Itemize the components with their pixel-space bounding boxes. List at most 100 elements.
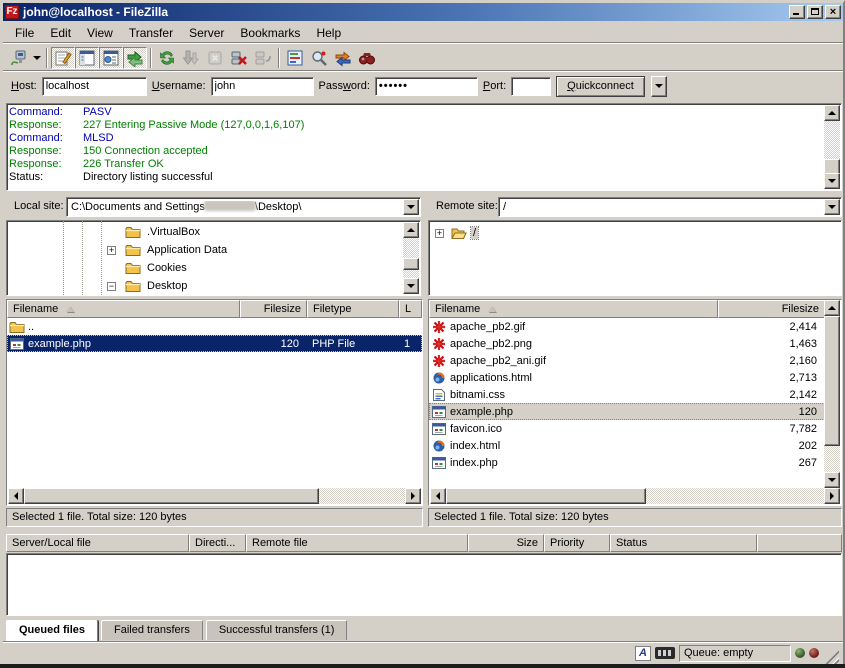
tree-item-root[interactable]: + / [429, 224, 839, 242]
speed-limits-icon[interactable] [655, 647, 675, 659]
file-row[interactable]: favicon.ico7,782 [429, 420, 825, 437]
username-input[interactable] [211, 77, 314, 96]
directory-filters-button[interactable] [283, 47, 307, 69]
tab-queued-files[interactable]: Queued files [6, 620, 98, 642]
scroll-thumb[interactable] [824, 316, 840, 446]
scroll-down-button[interactable] [403, 278, 419, 294]
tab-successful-transfers[interactable]: Successful transfers (1) [206, 620, 348, 640]
resize-grip[interactable] [825, 650, 839, 664]
scroll-thumb[interactable] [446, 488, 646, 504]
close-button[interactable]: × [825, 5, 841, 19]
image-file-icon [431, 320, 447, 334]
column-header-filesize[interactable]: Filesize [240, 300, 307, 318]
scroll-left-button[interactable] [8, 488, 24, 504]
file-row[interactable]: index.php267 [429, 454, 825, 471]
queue-list [6, 553, 842, 616]
menu-help[interactable]: Help [308, 24, 349, 42]
tree-item-cookies[interactable]: Cookies [7, 259, 402, 277]
compare-directories-button[interactable] [307, 47, 331, 69]
log-vertical-scrollbar[interactable] [824, 105, 840, 189]
scroll-thumb[interactable] [24, 488, 319, 504]
column-header-filetype[interactable]: Filetype [307, 300, 399, 318]
remote-list-header: Filename Filesize [429, 300, 825, 318]
file-row-example-php[interactable]: example.php 120 PHP File 1 [7, 335, 422, 352]
column-header-filename[interactable]: Filename [7, 300, 240, 318]
menu-edit[interactable]: Edit [42, 24, 79, 42]
file-row-parent-dir[interactable]: .. [7, 318, 422, 335]
expand-icon[interactable]: + [107, 246, 116, 255]
scroll-down-button[interactable] [824, 472, 840, 488]
local-site-path-combo[interactable]: C:\Documents and Settings\Desktop\ [66, 197, 421, 217]
menu-view[interactable]: View [79, 24, 121, 42]
menu-bookmarks[interactable]: Bookmarks [232, 24, 308, 42]
menu-server[interactable]: Server [181, 24, 232, 42]
tab-failed-transfers[interactable]: Failed transfers [101, 620, 203, 640]
data-type-ascii-icon[interactable]: A [635, 646, 651, 661]
combo-dropdown-button[interactable] [403, 199, 419, 215]
toggle-message-log-button[interactable] [51, 47, 75, 69]
scroll-up-button[interactable] [403, 222, 419, 238]
scroll-thumb[interactable] [403, 258, 419, 270]
file-row[interactable]: index.html202 [429, 437, 825, 454]
minimize-button[interactable] [789, 5, 805, 19]
toggle-remote-tree-button[interactable] [99, 47, 123, 69]
file-row[interactable]: apache_pb2.gif2,414 [429, 318, 825, 335]
column-header-filesize[interactable]: Filesize [718, 300, 825, 318]
column-header-remote-file[interactable]: Remote file [246, 534, 468, 552]
file-row-example-php[interactable]: example.php120 [429, 403, 825, 420]
expand-icon[interactable]: + [435, 229, 444, 238]
arrow-up-icon [828, 111, 836, 115]
file-row[interactable]: apache_pb2.png1,463 [429, 335, 825, 352]
scroll-left-button[interactable] [430, 488, 446, 504]
port-input[interactable] [511, 77, 551, 96]
password-input[interactable] [375, 77, 478, 96]
local-list-horizontal-scrollbar[interactable] [8, 488, 421, 504]
column-header-priority[interactable]: Priority [544, 534, 610, 552]
quickconnect-button[interactable]: Quickconnect [556, 76, 645, 97]
scroll-right-button[interactable] [824, 488, 840, 504]
column-header-server-local-file[interactable]: Server/Local file [6, 534, 189, 552]
scroll-down-button[interactable] [824, 173, 840, 189]
tree-item-virtualbox[interactable]: .VirtualBox [7, 223, 402, 241]
remote-list-horizontal-scrollbar[interactable] [430, 488, 840, 504]
toggle-local-tree-button[interactable] [75, 47, 99, 69]
file-row[interactable]: bitnami.css2,142 [429, 386, 825, 403]
column-header-status[interactable]: Status [610, 534, 757, 552]
process-queue-button[interactable] [179, 47, 203, 69]
column-header-last-modified[interactable]: L [399, 300, 422, 318]
site-manager-button[interactable] [7, 47, 31, 69]
scroll-track[interactable] [824, 446, 840, 472]
scroll-right-button[interactable] [405, 488, 421, 504]
menu-transfer[interactable]: Transfer [121, 24, 181, 42]
remote-list-vertical-scrollbar[interactable] [824, 300, 840, 488]
file-row[interactable]: applications.html2,713 [429, 369, 825, 386]
reconnect-button[interactable] [251, 47, 275, 69]
quickconnect-dropdown[interactable] [651, 76, 667, 97]
tree-item-application-data[interactable]: + Application Data [7, 241, 402, 259]
local-tree-vertical-scrollbar[interactable] [403, 222, 419, 294]
disconnect-button[interactable] [227, 47, 251, 69]
combo-dropdown-button[interactable] [824, 199, 840, 215]
remote-site-path-combo[interactable]: / [498, 197, 842, 217]
collapse-icon[interactable]: − [107, 282, 116, 291]
column-header-size[interactable]: Size [468, 534, 544, 552]
host-input[interactable] [42, 77, 147, 96]
column-header-filename[interactable]: Filename [429, 300, 718, 318]
cancel-operation-button[interactable] [203, 47, 227, 69]
tree-item-desktop[interactable]: − Desktop [7, 277, 402, 295]
title-bar[interactable]: Fz john@localhost - FileZilla × [3, 3, 843, 21]
refresh-button[interactable] [155, 47, 179, 69]
username-label: Username: [152, 80, 206, 92]
activity-led-green [795, 648, 805, 658]
scroll-up-button[interactable] [824, 300, 840, 316]
toggle-transfer-queue-button[interactable] [123, 47, 147, 69]
synchronized-browsing-button[interactable] [331, 47, 355, 69]
transfer-queue-icon [126, 49, 144, 67]
scroll-up-button[interactable] [824, 105, 840, 121]
column-header-direction[interactable]: Directi... [189, 534, 246, 552]
maximize-button[interactable] [807, 5, 823, 19]
file-row[interactable]: apache_pb2_ani.gif2,160 [429, 352, 825, 369]
find-files-button[interactable] [355, 47, 379, 69]
menu-file[interactable]: File [7, 24, 42, 42]
site-manager-dropdown[interactable] [31, 47, 43, 69]
